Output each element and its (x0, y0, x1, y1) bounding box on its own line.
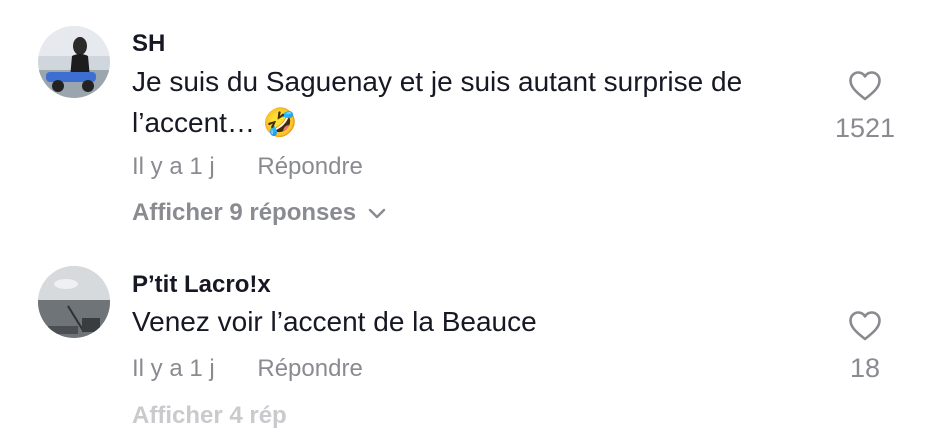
reply-button[interactable]: Répondre (257, 355, 362, 382)
comment-timestamp: Il y a 1 j (132, 153, 215, 180)
comment-meta: Il y a 1 j Répondre (132, 355, 363, 383)
comment-timestamp: Il y a 1 j (132, 355, 215, 382)
reply-button[interactable]: Répondre (257, 153, 362, 180)
comment-meta: Il y a 1 j Répondre (132, 153, 363, 181)
heart-outline-icon[interactable] (825, 310, 905, 347)
comment-text-line: Je suis du Saguenay et je suis autant su… (132, 66, 743, 97)
avatar[interactable] (38, 26, 110, 98)
view-replies-button[interactable]: Afficher 4 rép (132, 402, 287, 430)
comment-text-line: l’accent… 🤣 (132, 107, 298, 138)
like-control: 18 (825, 310, 905, 384)
like-count: 18 (849, 353, 881, 383)
comment-text-line: Venez voir l’accent de la Beauce (132, 306, 537, 337)
comment-username[interactable]: SH (132, 30, 165, 58)
comment-username[interactable]: P’tit Lacro!x (132, 271, 271, 299)
view-replies-label: Afficher 9 réponses (132, 199, 357, 226)
chevron-down-icon (368, 199, 386, 227)
like-count: 1521 (834, 113, 896, 143)
comment-text: Venez voir l’accent de la Beauce (132, 301, 812, 342)
like-control: 1521 (825, 70, 905, 144)
heart-outline-icon[interactable] (825, 70, 905, 107)
view-replies-button[interactable]: Afficher 9 réponses (132, 199, 386, 227)
comment-text: Je suis du Saguenay et je suis autant su… (132, 61, 812, 143)
avatar[interactable] (38, 266, 110, 338)
